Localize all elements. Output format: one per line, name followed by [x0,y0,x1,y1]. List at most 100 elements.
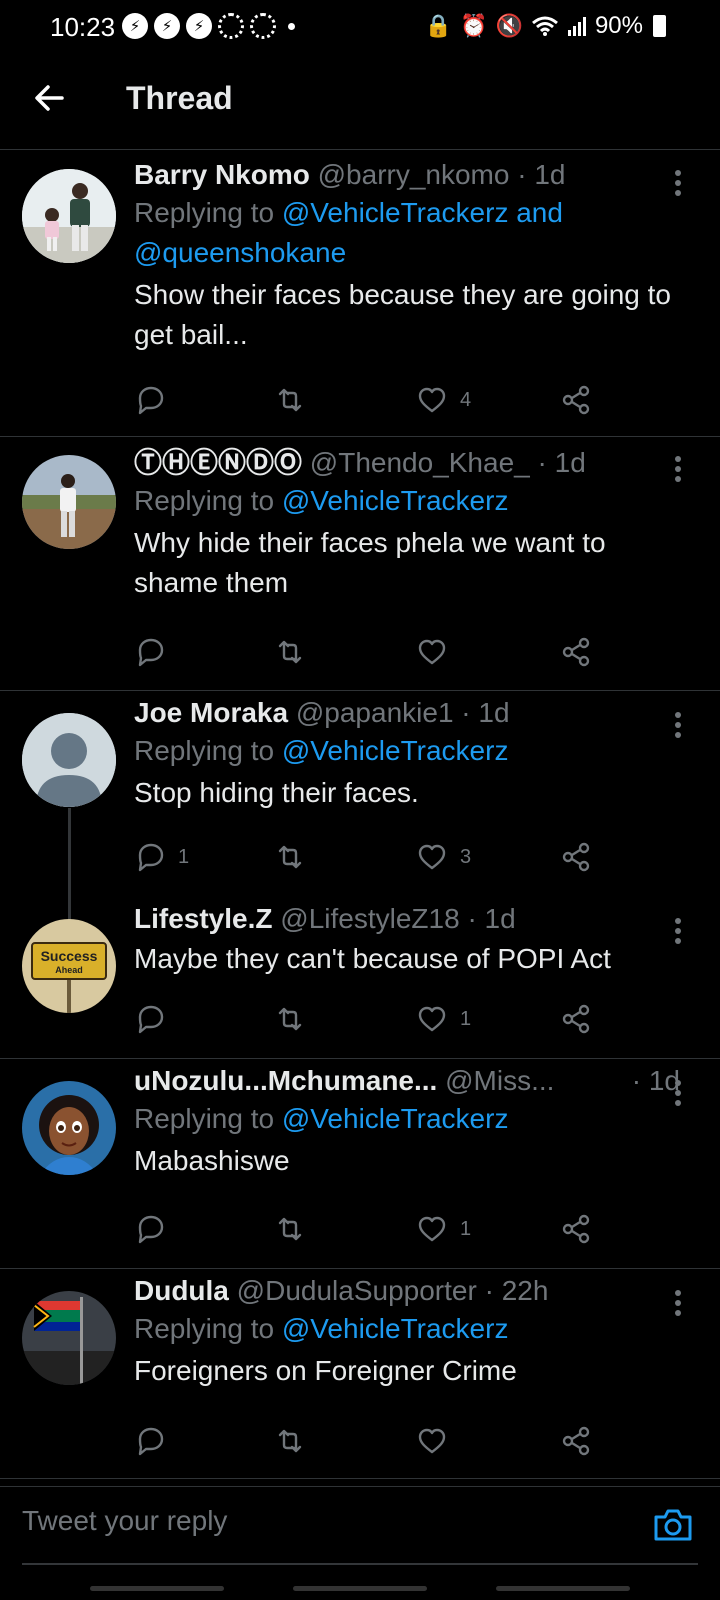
separator-dot: · [537,447,555,478]
tweet[interactable]: Dudula @DudulaSupporter · 22h Replying t… [0,1269,720,1479]
author-name[interactable]: Barry Nkomo [134,159,310,190]
retweet-button[interactable] [274,1003,318,1035]
separator-dot: · [461,697,479,728]
reply-icon [138,1215,164,1244]
tweet-body: ⓉⒽⒺⓃⒹⓄ @Thendo_Khae_ · 1d Replying to @V… [134,445,680,603]
tweet-reply-input[interactable]: Tweet your reply [22,1505,227,1537]
retweet-button[interactable] [274,636,318,668]
reply-count: 1 [178,845,190,868]
author-handle[interactable]: @LifestyleZ18 [280,903,459,934]
more-options-icon[interactable] [674,1079,682,1107]
retweet-button[interactable] [274,1213,318,1245]
status-bar: 10:23 ⚡ ⚡ ⚡ 🔒 ⏰ 🔇 90% [0,0,720,54]
like-button[interactable]: 1 [416,1213,471,1245]
tweet-actions [134,636,634,672]
reply-button[interactable] [134,1425,178,1457]
separator-dot: · [484,1275,502,1306]
more-options-icon[interactable] [674,917,682,945]
avatar[interactable] [22,169,116,263]
replying-to-link[interactable]: @VehicleTrackerz [282,1103,509,1134]
share-icon [562,842,590,872]
like-button[interactable] [416,1425,460,1457]
replying-to-label: Replying to [134,485,282,516]
retweet-button[interactable] [274,1425,318,1457]
share-button[interactable] [560,384,592,416]
share-button[interactable] [560,841,592,873]
tweet-time[interactable]: 1d [478,697,509,728]
separator-dot: · [631,1065,649,1096]
like-icon [418,1216,446,1242]
retweet-icon [278,1217,302,1241]
avatar[interactable] [22,1081,116,1175]
author-handle[interactable]: @DudulaSupporter [237,1275,477,1306]
tweet[interactable]: Joe Moraka @papankie1 · 1d Replying to @… [0,691,720,897]
replying-to: Replying to @VehicleTrackerz [134,1309,680,1349]
author-name[interactable]: uNozulu...Mchumane... [134,1065,437,1096]
like-button[interactable]: 3 [416,841,471,873]
avatar[interactable]: Success Ahead [22,919,116,1013]
retweet-button[interactable] [274,841,318,873]
alarm-icon: ⏰ [460,13,488,38]
more-options-icon[interactable] [674,169,682,197]
reply-bar: Tweet your reply [0,1486,720,1566]
nav-back-button[interactable] [496,1586,630,1591]
share-button[interactable] [560,636,592,668]
author-name[interactable]: Lifestyle.Z [134,903,272,934]
author-name[interactable]: ⓉⒽⒺⓃⒹⓄ [134,447,302,478]
tweet-time[interactable]: 1d [534,159,565,190]
tweet-body: uNozulu...Mchumane... @Miss... · 1d Repl… [134,1063,680,1181]
author-handle[interactable]: @barry_nkomo [318,159,510,190]
retweet-icon [278,388,302,412]
like-button[interactable]: 4 [416,384,471,416]
like-icon [418,639,446,665]
tweet[interactable]: ⓉⒽⒺⓃⒹⓄ @Thendo_Khae_ · 1d Replying to @V… [0,437,720,691]
reply-button[interactable]: 1 [134,841,189,873]
avatar-sign-bottom: Ahead [55,965,83,975]
replying-to: Replying to @VehicleTrackerz [134,731,680,771]
nav-home-button[interactable] [293,1586,427,1591]
tweet[interactable]: uNozulu...Mchumane... @Miss... · 1d Repl… [0,1059,720,1269]
system-nav-bar [0,1584,720,1600]
author-handle[interactable]: @papankie1 [296,697,454,728]
reply-button[interactable] [134,636,178,668]
tweet-header: Joe Moraka @papankie1 · 1d [134,695,680,731]
reply-button[interactable] [134,1213,178,1245]
replying-to-link[interactable]: @VehicleTrackerz [282,1313,509,1344]
share-button[interactable] [560,1213,592,1245]
back-arrow-icon[interactable] [30,78,70,118]
more-options-icon[interactable] [674,1289,682,1317]
like-button[interactable] [416,636,460,668]
battery-percent: 90% [594,12,643,39]
share-button[interactable] [560,1003,592,1035]
more-options-icon[interactable] [674,455,682,483]
retweet-icon [278,1007,302,1031]
more-options-icon[interactable] [674,711,682,739]
author-handle[interactable]: @Thendo_Khae_ [310,447,530,478]
replying-to-link[interactable]: @VehicleTrackerz [282,735,509,766]
tweet[interactable]: Barry Nkomo @barry_nkomo · 1d Replying t… [0,151,720,437]
avatar[interactable] [22,1291,116,1385]
author-name[interactable]: Dudula [134,1275,229,1306]
author-name[interactable]: Joe Moraka [134,697,288,728]
author-handle[interactable]: @Miss... [445,1065,554,1096]
like-button[interactable]: 1 [416,1003,471,1035]
tweet-time[interactable]: 22h [502,1275,549,1306]
tweet-text: Stop hiding their faces. [134,777,419,808]
nav-recents-button[interactable] [90,1586,224,1591]
retweet-button[interactable] [274,384,318,416]
tweet-header: ⓉⒽⒺⓃⒹⓄ @Thendo_Khae_ · 1d [134,445,680,481]
avatar[interactable] [22,713,116,807]
like-icon [418,387,446,413]
tweet-time[interactable]: 1d [555,447,586,478]
tweet-text: Mabashiswe [134,1145,290,1176]
avatar[interactable] [22,455,116,549]
reply-button[interactable] [134,1003,178,1035]
tweet-time[interactable]: 1d [485,903,516,934]
vpn-icon: 🔒 [424,13,453,38]
share-button[interactable] [560,1425,592,1457]
notification-icon: ⚡ [154,13,180,39]
reply-button[interactable] [134,384,178,416]
tweet[interactable]: Success Ahead Lifestyle.Z @LifestyleZ18 … [0,897,720,1059]
replying-to-link[interactable]: @VehicleTrackerz [282,485,509,516]
camera-icon[interactable] [652,1507,694,1543]
